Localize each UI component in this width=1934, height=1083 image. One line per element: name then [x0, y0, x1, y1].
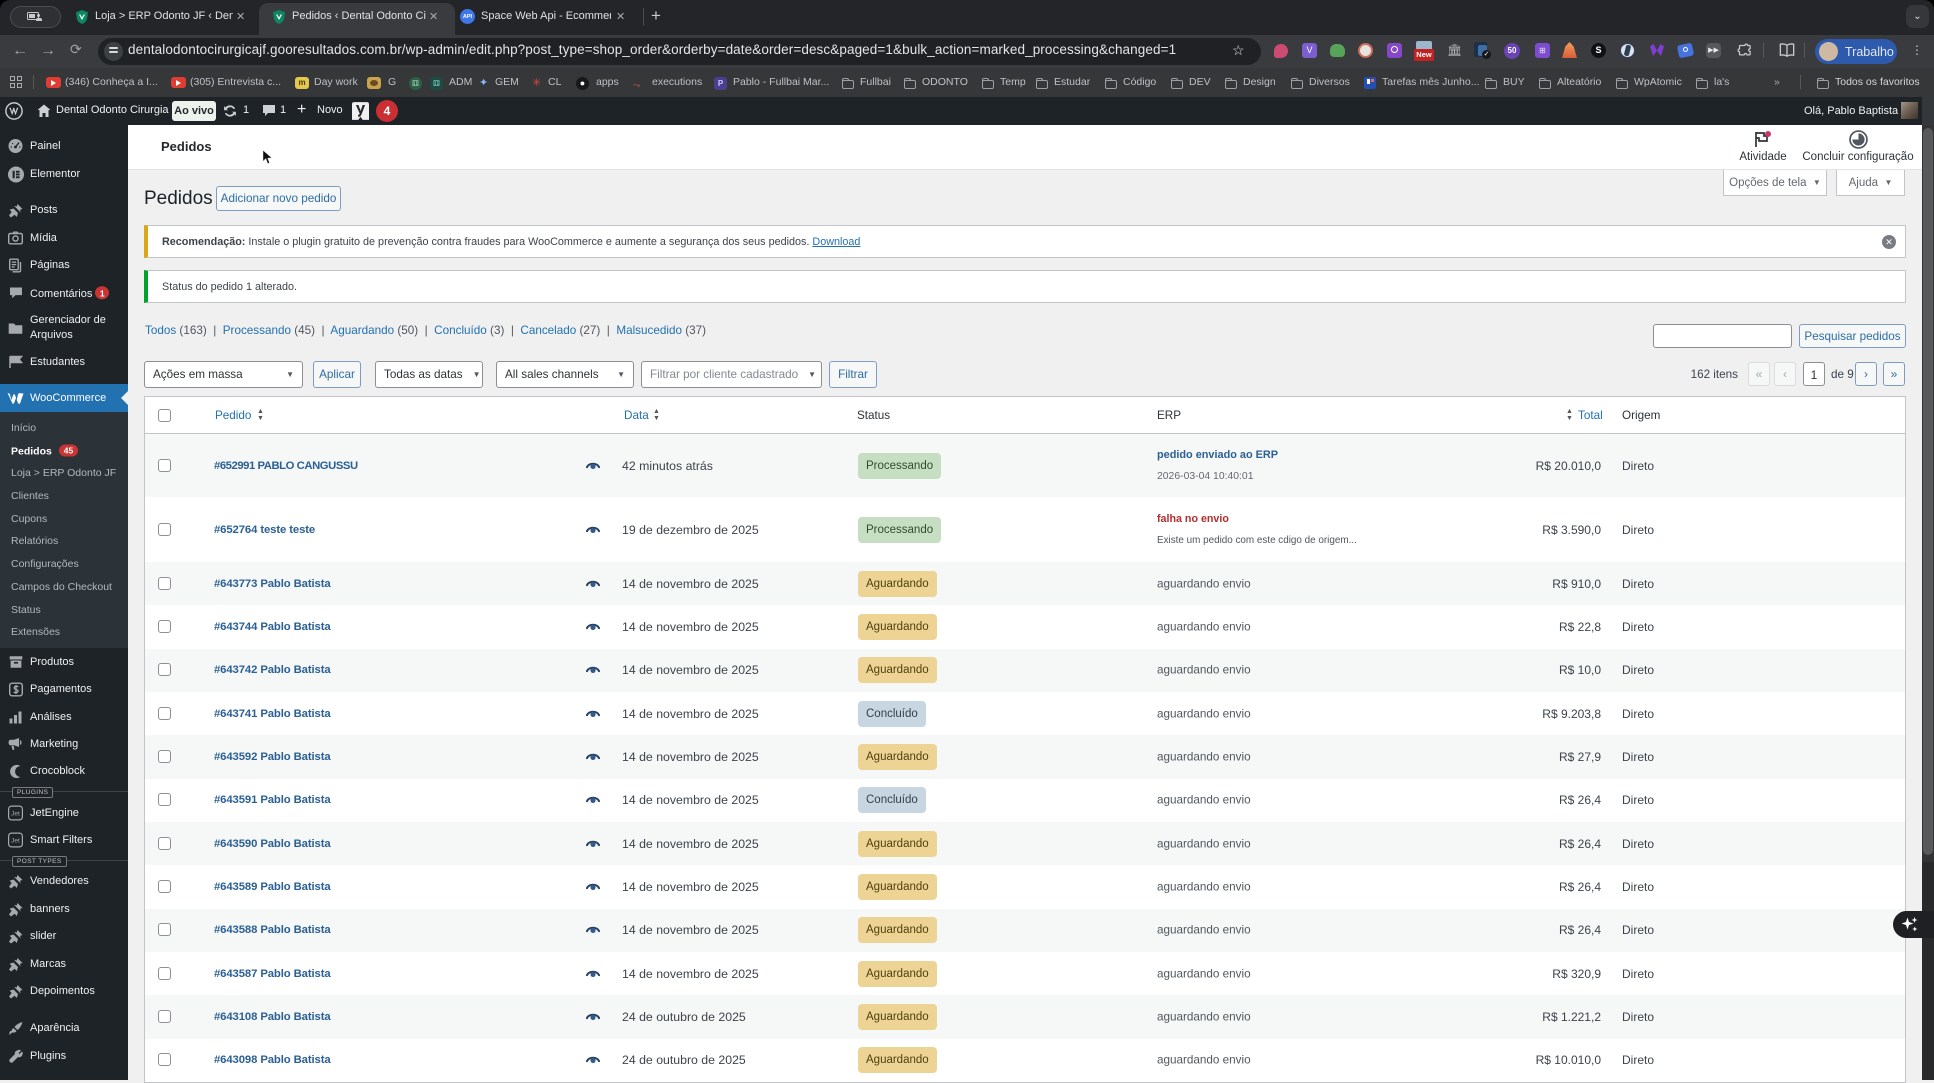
svg-text:Jet: Jet [11, 811, 20, 818]
svg-text:Jet: Jet [11, 838, 20, 845]
